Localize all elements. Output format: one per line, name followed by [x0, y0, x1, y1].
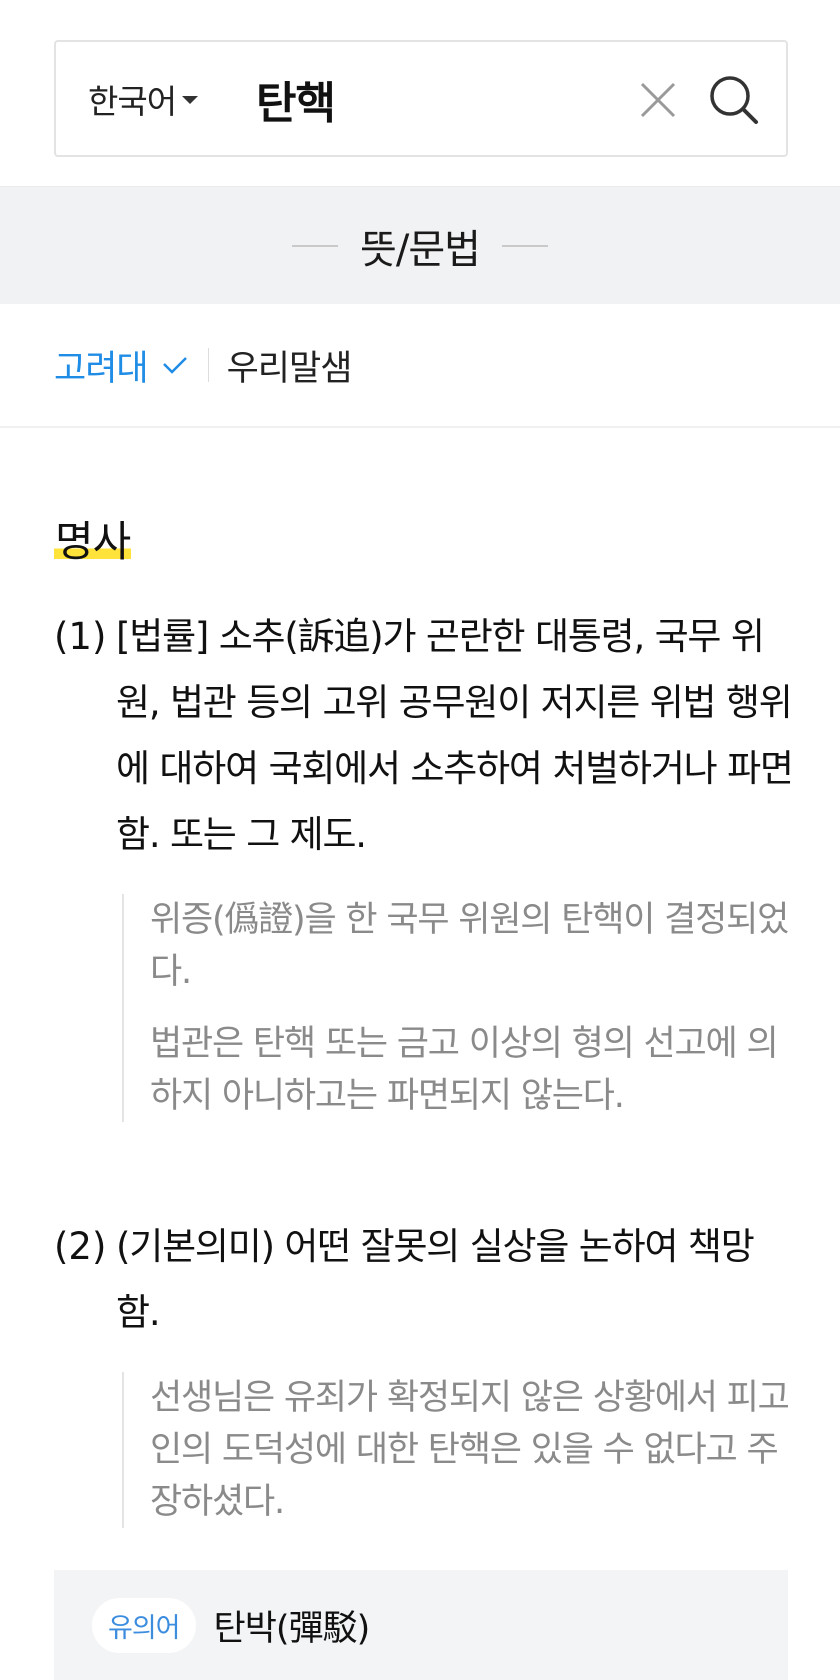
- close-icon: [640, 82, 676, 118]
- dictionary-page: 한국어 뜻/문법 고려대: [0, 0, 840, 1680]
- tab-divider: [207, 348, 209, 382]
- check-icon: [162, 357, 187, 374]
- example-sentence: 선생님은 유죄가 확정되지 않은 상황에서 피고인의 도덕성에 대한 탄핵은 있…: [150, 1378, 790, 1522]
- sense-2: (2) (기본의미) 어떤 잘못의 실상을 논하여 책망함. 선생님은 유죄가 …: [54, 1214, 794, 1528]
- section-header: 뜻/문법: [0, 186, 840, 304]
- example-list: 선생님은 유죄가 확정되지 않은 상황에서 피고인의 도덕성에 대한 탄핵은 있…: [122, 1372, 794, 1528]
- sense-definition: (기본의미) 어떤 잘못의 실상을 논하여 책망함.: [116, 1225, 755, 1334]
- header-divider-right: [501, 244, 548, 247]
- dictionary-tabs: 고려대 우리말샘: [0, 304, 840, 428]
- search-box: 한국어: [54, 40, 788, 157]
- example-list: 위증(僞證)을 한 국무 위원의 탄핵이 결정되었다. 법관은 탄핵 또는 금고…: [122, 894, 794, 1122]
- synonym-badge: 유의어: [92, 1597, 196, 1653]
- clear-button[interactable]: [632, 74, 684, 126]
- caret-down-icon: [182, 95, 199, 104]
- synonym-box: 유의어 탄박(彈駁): [54, 1570, 788, 1680]
- sense-number: (1): [54, 615, 107, 658]
- sense-1: (1) [법률] 소추(訴追)가 곤란한 대통령, 국무 위원, 법관 등의 고…: [54, 604, 794, 1122]
- sense-definition: [법률] 소추(訴追)가 곤란한 대통령, 국무 위원, 법관 등의 고위 공무…: [116, 615, 794, 856]
- example-sentence: 위증(僞證)을 한 국무 위원의 탄핵이 결정되었다.: [150, 900, 789, 992]
- section-title: 뜻/문법: [360, 226, 481, 273]
- search-icon: [710, 76, 758, 124]
- tab-label: 우리말샘: [226, 348, 353, 389]
- example-sentence: 법관은 탄핵 또는 금고 이상의 형의 선고에 의하지 아니하고는 파면되지 않…: [150, 1024, 779, 1116]
- tab-label: 고려대: [54, 348, 149, 389]
- synonym-word-link[interactable]: 탄박(彈駁): [214, 1600, 371, 1651]
- sense-number: (2): [54, 1225, 107, 1268]
- tab-korea-univ[interactable]: 고려대: [54, 340, 188, 391]
- tab-urimalsaem[interactable]: 우리말샘: [226, 340, 353, 391]
- language-label: 한국어: [88, 81, 177, 121]
- search-area: 한국어: [0, 0, 840, 186]
- header-divider-left: [292, 244, 339, 247]
- search-button[interactable]: [704, 70, 764, 130]
- part-of-speech-label: 명사: [54, 517, 131, 566]
- language-select[interactable]: 한국어: [88, 42, 199, 155]
- part-of-speech: 명사: [54, 508, 131, 569]
- search-input[interactable]: [256, 64, 616, 134]
